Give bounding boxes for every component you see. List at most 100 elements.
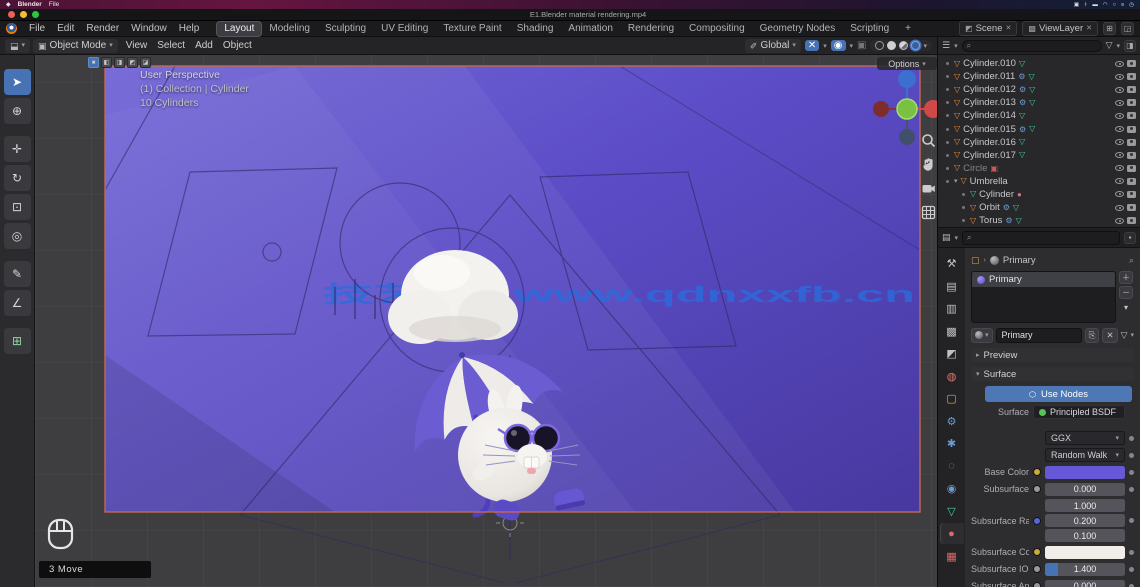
- hide-in-viewport-icon[interactable]: [1115, 61, 1124, 67]
- blender-logo-icon[interactable]: [6, 23, 17, 34]
- properties-tab-output[interactable]: ▥: [940, 298, 964, 319]
- macos-menu-item[interactable]: File: [49, 1, 59, 8]
- vector-value-field[interactable]: 0.200: [1045, 514, 1125, 527]
- surface-section-header[interactable]: ▾ Surface: [971, 367, 1134, 381]
- outliner-row[interactable]: ▽Cylinder.012⚙▽: [938, 83, 1140, 96]
- outliner-row[interactable]: ▽Cylinder.014▽: [938, 109, 1140, 122]
- tool-scale-button[interactable]: ⊡: [4, 194, 31, 220]
- disclosure-dot-icon[interactable]: [946, 154, 949, 157]
- pan-hand-icon[interactable]: [921, 157, 936, 172]
- outliner-object-name[interactable]: Cylinder: [979, 189, 1014, 200]
- properties-search-input[interactable]: ⌕: [962, 231, 1120, 245]
- workspace-tab-rendering[interactable]: Rendering: [621, 22, 681, 36]
- outliner-row[interactable]: ▽Cylinder.013⚙▽: [938, 96, 1140, 109]
- color-swatch[interactable]: [1045, 466, 1125, 479]
- node-socket-icon[interactable]: [1033, 468, 1041, 476]
- value-field[interactable]: 0.000: [1045, 483, 1125, 496]
- disable-in-renders-icon[interactable]: [1127, 99, 1136, 106]
- add-slot-button[interactable]: ＋: [1119, 271, 1133, 284]
- properties-tab-modifiers[interactable]: ⚙: [940, 411, 964, 432]
- topbar-menu-render[interactable]: Render: [80, 21, 125, 36]
- node-socket-icon[interactable]: [1033, 565, 1041, 573]
- hide-in-viewport-icon[interactable]: [1115, 218, 1124, 224]
- outliner-object-name[interactable]: Orbit: [979, 202, 1000, 213]
- animate-dot[interactable]: [1129, 436, 1134, 441]
- control-center-icon[interactable]: ≡: [1121, 2, 1124, 8]
- node-socket-icon[interactable]: [1033, 517, 1041, 525]
- value-field[interactable]: 0.000: [1045, 580, 1125, 587]
- animate-dot[interactable]: [1129, 487, 1134, 492]
- search-icon[interactable]: ○: [1113, 2, 1116, 8]
- outliner-filter-funnel-icon[interactable]: ▽: [1106, 40, 1113, 51]
- viewport-menu-select[interactable]: Select: [152, 40, 190, 51]
- disclosure-dot-icon[interactable]: [946, 62, 949, 65]
- outliner-restriction-button[interactable]: ◨: [1124, 40, 1136, 52]
- disclosure-dot-icon[interactable]: [962, 193, 965, 196]
- outliner-row[interactable]: ▽Circle▣: [938, 162, 1140, 175]
- topbar-menu-window[interactable]: Window: [125, 21, 173, 36]
- topbar-menu-file[interactable]: File: [23, 21, 51, 36]
- surface-shader-button[interactable]: Principled BSDF: [1033, 405, 1125, 419]
- tool-add-cube-button[interactable]: ⊞: [4, 328, 31, 354]
- shading-wireframe-icon[interactable]: [875, 41, 884, 50]
- select-difference-icon[interactable]: ◩: [127, 57, 138, 68]
- hide-in-viewport-icon[interactable]: [1115, 152, 1124, 158]
- material-sphere-icon[interactable]: [990, 256, 999, 265]
- subsurface-method-dropdown[interactable]: Random Walk ▾: [1045, 448, 1125, 462]
- animate-dot[interactable]: [1129, 567, 1134, 572]
- property-widget[interactable]: [1045, 546, 1125, 559]
- minimize-window-button[interactable]: [20, 11, 27, 18]
- workspace-tab-geometry-nodes[interactable]: Geometry Nodes: [753, 22, 843, 36]
- disclosure-dot-icon[interactable]: [946, 167, 949, 170]
- viewport-3d-scene[interactable]: 技艺CG www.qdnxxfb.cn: [35, 55, 937, 587]
- outliner-object-name[interactable]: Umbrella: [970, 176, 1008, 187]
- shading-options-chevron[interactable]: ▾: [923, 42, 927, 50]
- outliner-row[interactable]: ▽Torus⚙▽: [938, 214, 1140, 227]
- viewport-menu-add[interactable]: Add: [190, 40, 218, 51]
- select-set-icon[interactable]: ■: [88, 57, 99, 68]
- hide-in-viewport-icon[interactable]: [1115, 126, 1124, 132]
- property-widget[interactable]: 0.000: [1045, 580, 1125, 587]
- slot-specials-button[interactable]: ▾: [1119, 301, 1133, 314]
- workspace-tab-layout[interactable]: Layout: [217, 22, 261, 36]
- material-name-field[interactable]: Primary: [996, 328, 1082, 343]
- tool-move-button[interactable]: ✛: [4, 136, 31, 162]
- material-slot-item[interactable]: Primary: [972, 272, 1115, 287]
- battery-icon[interactable]: ▬: [1092, 2, 1098, 8]
- xray-toggle-icon[interactable]: ▣: [857, 40, 866, 51]
- properties-tab-physics[interactable]: ◌: [940, 456, 964, 477]
- scene-selector[interactable]: ◩ Scene ✕: [959, 21, 1017, 36]
- disable-in-renders-icon[interactable]: [1127, 126, 1136, 133]
- properties-tab-data[interactable]: ▽: [940, 501, 964, 522]
- view-layer-new-icon[interactable]: ✕: [1086, 22, 1092, 35]
- workspace-tab-scripting[interactable]: Scripting: [843, 22, 896, 36]
- distribution-dropdown[interactable]: GGX ▾: [1045, 431, 1125, 445]
- tool-measure-button[interactable]: ∠: [4, 290, 31, 316]
- orthographic-grid-icon[interactable]: [921, 205, 936, 220]
- tool-annotate-button[interactable]: ✎: [4, 261, 31, 287]
- remove-slot-button[interactable]: －: [1119, 286, 1133, 299]
- outliner-search-input[interactable]: ⌕: [962, 40, 1102, 52]
- outliner-row[interactable]: ▽Cylinder.011⚙▽: [938, 70, 1140, 83]
- browse-material-button[interactable]: ▾: [971, 328, 993, 343]
- transform-orientation-selector[interactable]: ✐ Global ▾: [745, 39, 801, 53]
- scene-new-icon[interactable]: ✕: [1006, 22, 1012, 35]
- apple-menu-icon[interactable]: ◆: [6, 1, 11, 8]
- outliner-object-name[interactable]: Cylinder.016: [963, 137, 1016, 148]
- workspace-tab-shading[interactable]: Shading: [510, 22, 561, 36]
- outliner-row[interactable]: ▽Cylinder●: [938, 188, 1140, 201]
- hide-in-viewport-icon[interactable]: [1115, 113, 1124, 119]
- properties-tab-scene[interactable]: ◩: [940, 343, 964, 364]
- workspace-tab-sculpting[interactable]: Sculpting: [318, 22, 373, 36]
- bluetooth-icon[interactable]: ᚼ: [1084, 2, 1087, 8]
- camera-view-icon[interactable]: [921, 181, 936, 196]
- hide-in-viewport-icon[interactable]: [1115, 74, 1124, 80]
- viewport-menu-object[interactable]: Object: [218, 40, 257, 51]
- tool-rotate-button[interactable]: ↻: [4, 165, 31, 191]
- disable-in-renders-icon[interactable]: [1127, 139, 1136, 146]
- outliner-row[interactable]: ▽Cylinder.017▽: [938, 149, 1140, 162]
- hide-in-viewport-icon[interactable]: [1115, 87, 1124, 93]
- wifi-icon[interactable]: ◠: [1103, 2, 1108, 8]
- object-icon[interactable]: ▢: [971, 255, 980, 266]
- disable-in-renders-icon[interactable]: [1127, 73, 1136, 80]
